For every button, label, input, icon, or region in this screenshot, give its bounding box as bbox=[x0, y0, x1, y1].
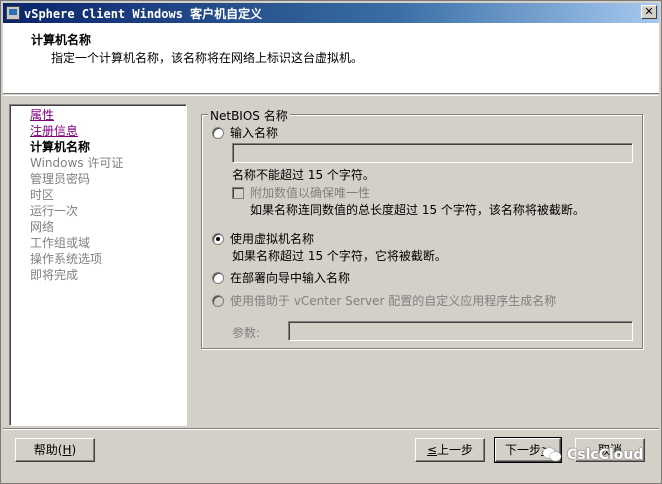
name-length-hint: 名称不能超过 15 个字符。 bbox=[232, 168, 375, 182]
help-button-hotkey: H bbox=[62, 443, 72, 457]
deploy-wizard-label: 在部署向导中输入名称 bbox=[230, 271, 351, 285]
step-network: 网络 bbox=[30, 220, 55, 234]
watermark: CslcCloud bbox=[543, 447, 643, 463]
step-windows-license: Windows 许可证 bbox=[30, 156, 124, 170]
use-vm-name-option[interactable]: 使用虚拟机名称 bbox=[212, 230, 314, 247]
vcenter-app-option[interactable]: 使用借助于 vCenter Server 配置的自定义应用程序生成名称 bbox=[212, 292, 556, 309]
dialog-window: vSphere Client Windows 客户机自定义 ✕ 计算机名称 指定… bbox=[0, 0, 662, 484]
params-label: 参数: bbox=[232, 326, 261, 340]
back-button-label: 上一步 bbox=[437, 443, 474, 457]
use-vm-name-radio[interactable] bbox=[212, 232, 224, 245]
params-input[interactable] bbox=[288, 321, 633, 341]
deploy-wizard-option[interactable]: 在部署向导中输入名称 bbox=[212, 269, 350, 286]
header-divider bbox=[3, 95, 659, 96]
close-button[interactable]: ✕ bbox=[641, 5, 657, 19]
vcenter-app-radio[interactable] bbox=[212, 294, 224, 307]
footer-divider bbox=[3, 428, 659, 430]
back-button-hotkey: ≤ bbox=[426, 443, 438, 457]
use-vm-name-label: 使用虚拟机名称 bbox=[230, 232, 315, 246]
wizard-header: 计算机名称 指定一个计算机名称，该名称将在网络上标识这台虚拟机。 bbox=[3, 23, 659, 94]
window-title: vSphere Client Windows 客户机自定义 bbox=[24, 6, 263, 21]
use-vm-name-hint: 如果名称超过 15 个字符，它将被截断。 bbox=[232, 249, 447, 263]
wechat-icon bbox=[543, 447, 563, 463]
step-os-options: 操作系统选项 bbox=[30, 252, 103, 266]
step-computer-name: 计算机名称 bbox=[30, 140, 91, 154]
help-button-suffix: ) bbox=[71, 443, 77, 457]
step-admin-password: 管理员密码 bbox=[30, 172, 91, 186]
name-input[interactable] bbox=[232, 143, 633, 163]
vsphere-app-icon bbox=[6, 6, 20, 20]
back-button[interactable]: ≤上一步 bbox=[415, 438, 485, 462]
step-registration-info[interactable]: 注册信息 bbox=[10, 123, 186, 139]
step-time-zone: 时区 bbox=[30, 188, 55, 202]
append-number-checkbox[interactable] bbox=[232, 186, 244, 199]
append-number-option[interactable]: 附加数值以确保唯一性 bbox=[232, 184, 370, 201]
deploy-wizard-radio[interactable] bbox=[212, 271, 224, 284]
step-properties[interactable]: 属性 bbox=[10, 107, 186, 123]
step-run-once: 运行一次 bbox=[30, 204, 79, 218]
enter-name-label: 输入名称 bbox=[230, 126, 279, 140]
step-workgroup-domain: 工作组或域 bbox=[30, 236, 91, 250]
step-ready-to-complete: 即将完成 bbox=[30, 268, 79, 282]
page-title: 计算机名称 bbox=[31, 33, 92, 47]
help-button-label: 帮助( bbox=[33, 443, 63, 457]
enter-name-radio[interactable] bbox=[212, 126, 224, 139]
help-button[interactable]: 帮助(H) bbox=[15, 438, 95, 462]
vcenter-app-label: 使用借助于 vCenter Server 配置的自定义应用程序生成名称 bbox=[230, 294, 557, 308]
next-button-label: 下一步 bbox=[504, 443, 541, 457]
netbios-name-group: NetBIOS 名称 输入名称 名称不能超过 15 个字符。 附加数值以确保唯一… bbox=[201, 107, 643, 349]
page-description: 指定一个计算机名称，该名称将在网络上标识这台虚拟机。 bbox=[51, 51, 364, 65]
watermark-text: CslcCloud bbox=[567, 447, 644, 463]
append-number-hint: 如果名称连同数值的总长度超过 15 个字符，该名称将被截断。 bbox=[250, 203, 585, 217]
wizard-step-list: 属性 注册信息 计算机名称 Windows 许可证 管理员密码 时区 运行一次 … bbox=[9, 104, 187, 426]
enter-name-option[interactable]: 输入名称 bbox=[212, 124, 278, 141]
append-number-label: 附加数值以确保唯一性 bbox=[250, 186, 371, 200]
netbios-group-legend: NetBIOS 名称 bbox=[208, 107, 290, 124]
title-bar[interactable]: vSphere Client Windows 客户机自定义 ✕ bbox=[3, 3, 659, 23]
